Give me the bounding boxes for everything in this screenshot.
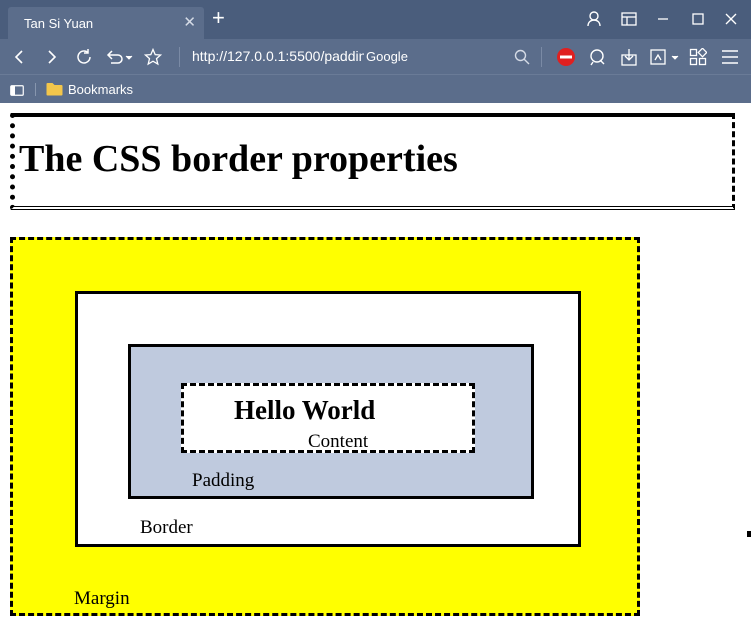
reload-icon[interactable] (73, 46, 95, 68)
address-bar[interactable]: http://127.0.0.1:5500/padding (192, 48, 364, 64)
padding-label: Padding (192, 470, 255, 491)
title-bar: Tan Si Yuan ✕ + (0, 0, 751, 39)
toolbar-divider (541, 47, 542, 67)
border-label: Border (140, 517, 193, 538)
close-window-button[interactable] (720, 8, 742, 30)
new-tab-button[interactable]: + (212, 7, 225, 29)
bookmarks-divider (35, 83, 36, 96)
minimize-button[interactable] (652, 8, 674, 30)
menu-icon[interactable] (719, 46, 741, 68)
forward-arrow-icon[interactable] (41, 46, 63, 68)
navigation-toolbar: http://127.0.0.1:5500/padding Google (0, 39, 751, 74)
margin-label: Margin (74, 588, 130, 609)
star-icon[interactable] (142, 46, 164, 68)
screenshot-icon[interactable] (648, 46, 680, 68)
sidebar-layout-icon[interactable] (618, 8, 640, 30)
tab-title: Tan Si Yuan (24, 16, 94, 31)
toolbar-divider (179, 47, 180, 67)
download-icon[interactable] (618, 46, 640, 68)
right-edge-artifact (747, 531, 751, 537)
search-icon[interactable] (511, 46, 533, 68)
content-label: Content (308, 431, 369, 452)
extensions-icon[interactable] (687, 46, 709, 68)
page-content: The CSS border properties Hello World Co… (0, 103, 751, 638)
search-engine-label[interactable]: Google (366, 49, 408, 64)
bookmarks-folder[interactable]: Bookmarks (68, 82, 133, 97)
adblock-icon[interactable] (555, 46, 577, 68)
undo-icon[interactable] (104, 46, 134, 68)
back-arrow-icon[interactable] (8, 46, 30, 68)
user-avatar-icon[interactable] (583, 8, 605, 30)
browser-tab[interactable]: Tan Si Yuan ✕ (8, 7, 204, 39)
maximize-button[interactable] (687, 8, 709, 30)
tab-close-icon[interactable]: ✕ (183, 13, 196, 31)
content-title: Hello World (234, 395, 376, 425)
folder-icon (46, 82, 63, 101)
translate-icon[interactable] (587, 46, 609, 68)
side-panel-icon[interactable] (10, 83, 24, 101)
heading-border-box: The CSS border properties (10, 113, 735, 210)
bookmarks-bar: Bookmarks (0, 74, 751, 104)
page-heading: The CSS border properties (19, 138, 458, 180)
